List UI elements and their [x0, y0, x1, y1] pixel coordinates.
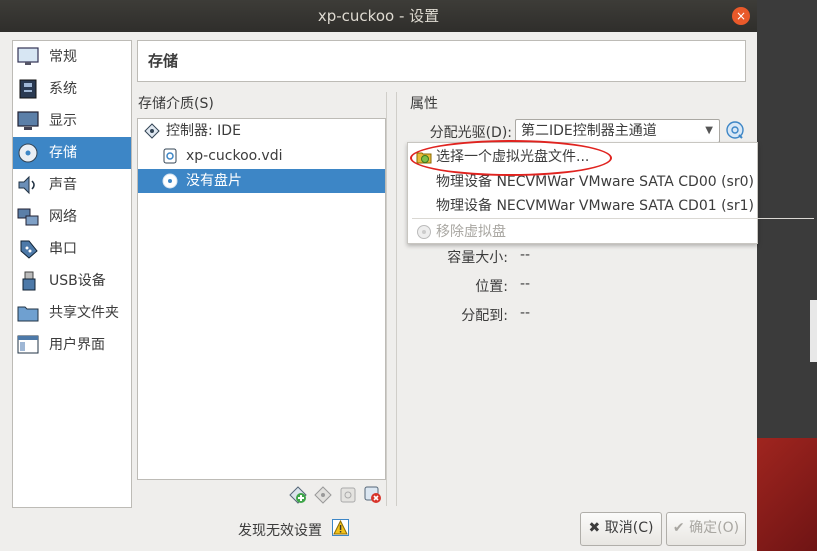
controller-icon	[144, 123, 160, 139]
attached-to-label: 分配到:	[461, 308, 508, 324]
usb-icon	[22, 271, 36, 291]
tree-item-label: xp-cuckoo.vdi	[186, 148, 283, 164]
invalid-settings-text: 发现无效设置	[238, 523, 322, 539]
cancel-button[interactable]: ✖ 取消(C)	[580, 512, 662, 546]
sidebar-item-label: 常规	[49, 49, 77, 65]
background-window-edge	[810, 300, 817, 362]
remove-disk-icon	[417, 225, 431, 239]
sidebar-item-label: 显示	[49, 113, 77, 129]
close-button[interactable]: ×	[732, 7, 750, 25]
optical-drive-select[interactable]: 第二IDE控制器主通道 ▼	[515, 119, 720, 143]
serial-port-icon	[20, 240, 38, 259]
size-value: --	[520, 247, 531, 263]
warning-icon[interactable]	[332, 519, 349, 536]
add-disk-icon[interactable]	[339, 486, 357, 504]
remove-attachment-icon[interactable]	[364, 486, 382, 504]
divider	[386, 92, 387, 506]
menu-item-label: 物理设备 NECVMWar VMware SATA CD01 (sr1)	[436, 198, 754, 214]
storage-icon	[18, 143, 38, 163]
check-icon: ✔	[672, 520, 685, 536]
sidebar-item-label: 声音	[49, 177, 77, 193]
sidebar-item-label: 串口	[49, 241, 77, 257]
sidebar-item-usb[interactable]: USB设备	[13, 265, 131, 297]
highlight-annotation	[410, 140, 612, 176]
location-label: 位置:	[475, 279, 508, 295]
general-icon	[17, 47, 39, 65]
sidebar-item-label: 存储	[49, 145, 77, 161]
window-title: xp-cuckoo - 设置	[317, 7, 440, 25]
display-icon	[17, 111, 39, 130]
chevron-down-icon: ▼	[705, 125, 713, 136]
tree-item-label: 没有盘片	[186, 173, 242, 189]
tree-item-hard-disk[interactable]: xp-cuckoo.vdi	[138, 144, 385, 168]
attached-to-value: --	[520, 305, 531, 321]
sidebar-item-label: 网络	[49, 209, 77, 225]
menu-item-label: 移除虚拟盘	[436, 224, 506, 240]
tree-item-optical-disk[interactable]: 没有盘片	[138, 169, 385, 193]
remove-controller-icon[interactable]	[314, 486, 332, 504]
hard-disk-icon	[163, 148, 177, 164]
divider	[396, 92, 397, 506]
menu-item-physical-sr1[interactable]: 物理设备 NECVMWar VMware SATA CD01 (sr1)	[408, 194, 757, 218]
title-bar[interactable]: xp-cuckoo - 设置 ×	[0, 0, 757, 32]
location-value: --	[520, 276, 531, 292]
sidebar-item-shared-folders[interactable]: 共享文件夹	[13, 297, 131, 329]
sidebar-item-label: 共享文件夹	[49, 305, 119, 321]
cancel-icon: ✖	[588, 520, 601, 536]
tree-item-controller[interactable]: 控制器: IDE	[138, 119, 385, 143]
add-attachment-icon[interactable]	[289, 486, 307, 504]
menu-item-remove-disk[interactable]: 移除虚拟盘	[408, 220, 757, 244]
sidebar-item-display[interactable]: 显示	[13, 105, 131, 137]
optical-drive-label: 分配光驱(D):	[429, 125, 512, 141]
sidebar-item-storage[interactable]: 存储	[13, 137, 131, 169]
sidebar-item-audio[interactable]: 声音	[13, 169, 131, 201]
sidebar-item-label: 用户界面	[49, 337, 105, 353]
menu-separator	[412, 218, 814, 219]
optical-drive-value: 第二IDE控制器主通道	[521, 123, 657, 139]
sidebar-item-user-interface[interactable]: 用户界面	[13, 329, 131, 361]
properties-label: 属性	[410, 96, 438, 112]
optical-disk-icon	[162, 173, 178, 189]
cancel-label: 取消(C)	[604, 520, 654, 536]
sidebar-item-label: 系统	[49, 81, 77, 97]
desktop-wallpaper	[755, 438, 817, 551]
network-icon	[17, 208, 39, 226]
ok-button[interactable]: ✔ 确定(O)	[666, 512, 746, 546]
choose-disk-icon[interactable]	[726, 121, 744, 139]
settings-sidebar: 常规 系统 显示 存储 声音 网络 串口 USB设备 共享文件夹 用户界面	[12, 40, 132, 508]
tree-item-label: 控制器: IDE	[166, 123, 241, 139]
sidebar-item-general[interactable]: 常规	[13, 41, 131, 73]
sidebar-item-network[interactable]: 网络	[13, 201, 131, 233]
user-interface-icon	[17, 335, 39, 354]
storage-tree[interactable]: 控制器: IDE xp-cuckoo.vdi 没有盘片	[137, 118, 386, 480]
storage-media-label: 存储介质(S)	[138, 96, 214, 112]
page-header: 存储	[137, 40, 746, 82]
page-title: 存储	[148, 52, 179, 70]
size-label: 容量大小:	[447, 250, 508, 266]
system-icon	[19, 79, 37, 99]
sidebar-item-serial-port[interactable]: 串口	[13, 233, 131, 265]
ok-label: 确定(O)	[689, 520, 740, 536]
shared-folder-icon	[17, 306, 39, 322]
audio-icon	[18, 175, 35, 195]
sidebar-item-system[interactable]: 系统	[13, 73, 131, 105]
sidebar-item-label: USB设备	[49, 273, 106, 289]
close-icon: ×	[735, 9, 747, 23]
settings-window: xp-cuckoo - 设置 × 常规 系统 显示 存储 声音 网络 串口 US…	[0, 0, 757, 551]
